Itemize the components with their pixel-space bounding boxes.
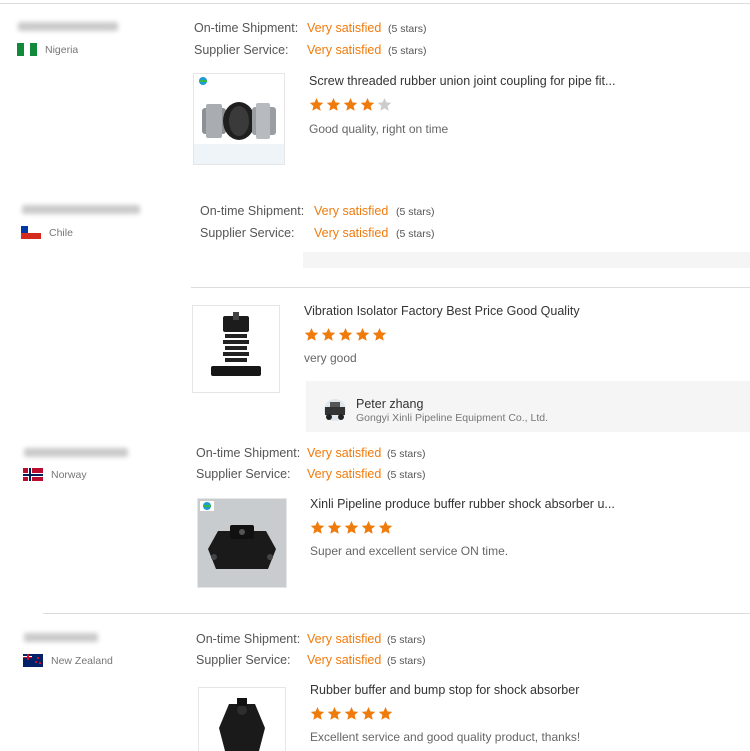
vibration-isolator-image xyxy=(211,312,261,376)
on-time-shipment-stars-note: (5 stars) xyxy=(387,448,426,460)
product-title[interactable]: Vibration Isolator Factory Best Price Go… xyxy=(304,304,580,318)
on-time-shipment-label: On-time Shipment: xyxy=(196,446,301,460)
reviewer-name-blurred xyxy=(18,22,118,31)
supplier-service-rating: Very satisfied xyxy=(307,653,382,667)
on-time-shipment-rating: Very satisfied xyxy=(314,204,389,218)
on-time-shipment-stars-note: (5 stars) xyxy=(388,23,427,35)
review-stars xyxy=(310,520,393,535)
star-filled-icon xyxy=(360,97,375,111)
supplier-service-label: Supplier Service: xyxy=(194,43,289,57)
reviewer-name-blurred xyxy=(24,633,98,642)
reviewer-country: Chile xyxy=(21,226,73,239)
review-comment: very good xyxy=(304,351,357,365)
star-filled-icon xyxy=(310,520,325,534)
star-filled-icon xyxy=(304,327,319,341)
star-filled-icon xyxy=(361,520,376,534)
on-time-shipment-rating: Very satisfied xyxy=(307,21,382,35)
country-name: Chile xyxy=(49,226,73,239)
country-name: Nigeria xyxy=(45,43,79,56)
product-title[interactable]: Rubber buffer and bump stop for shock ab… xyxy=(310,683,579,697)
review-stars xyxy=(310,706,393,721)
star-filled-icon xyxy=(343,97,358,111)
review-comment: Good quality, right on time xyxy=(309,122,449,136)
product-thumbnail[interactable] xyxy=(197,498,287,588)
on-time-shipment-stars-note: (5 stars) xyxy=(387,634,426,646)
rubber-shock-absorber-image xyxy=(208,525,276,569)
star-filled-icon xyxy=(378,520,393,534)
product-title[interactable]: Screw threaded rubber union joint coupli… xyxy=(309,74,615,88)
on-time-shipment-label: On-time Shipment: xyxy=(200,204,305,218)
reviewer-name-blurred xyxy=(24,448,128,457)
nigeria-flag-icon xyxy=(17,43,37,56)
reply-company-name: Gongyi Xinli Pipeline Equipment Co., Ltd… xyxy=(356,412,549,424)
chile-flag-icon xyxy=(21,226,41,239)
review-comment: Super and excellent service ON time. xyxy=(310,544,509,558)
supplier-service-stars-note: (5 stars) xyxy=(387,655,426,667)
reviewer-name-blurred xyxy=(22,205,140,214)
product-thumbnail[interactable] xyxy=(193,73,285,165)
star-filled-icon xyxy=(326,97,341,111)
logo-badge-icon xyxy=(200,501,214,511)
on-time-shipment-label: On-time Shipment: xyxy=(194,21,299,35)
on-time-shipment-rating: Very satisfied xyxy=(307,446,382,460)
norway-flag-icon xyxy=(23,468,43,481)
country-name: Norway xyxy=(51,468,87,481)
star-filled-icon xyxy=(361,706,376,720)
supplier-logo-icon xyxy=(324,399,346,421)
supplier-service-stars-note: (5 stars) xyxy=(388,45,427,57)
star-empty-icon xyxy=(377,97,392,111)
supplier-service-stars-note: (5 stars) xyxy=(396,228,435,240)
star-filled-icon xyxy=(327,520,342,534)
star-filled-icon xyxy=(344,706,359,720)
star-filled-icon xyxy=(309,97,324,111)
new-zealand-flag-icon xyxy=(23,654,43,667)
review-stars xyxy=(304,327,387,342)
review-stars xyxy=(309,97,392,112)
star-filled-icon xyxy=(338,327,353,341)
reviewer-country: Nigeria xyxy=(17,43,78,56)
star-filled-icon xyxy=(344,520,359,534)
on-time-shipment-stars-note: (5 stars) xyxy=(396,206,435,218)
product-title[interactable]: Xinli Pipeline produce buffer rubber sho… xyxy=(310,497,615,511)
product-thumbnail[interactable] xyxy=(198,687,286,751)
on-time-shipment-label: On-time Shipment: xyxy=(196,632,301,646)
star-filled-icon xyxy=(378,706,393,720)
star-filled-icon xyxy=(355,327,370,341)
supplier-reply-panel: Peter zhang Gongyi Xinli Pipeline Equipm… xyxy=(306,381,750,432)
country-name: New Zealand xyxy=(51,654,113,667)
collapsed-content-strip xyxy=(303,252,750,268)
star-filled-icon xyxy=(321,327,336,341)
supplier-service-rating: Very satisfied xyxy=(307,43,382,57)
pipe-coupling-image xyxy=(194,102,284,164)
top-divider xyxy=(0,3,750,4)
review-divider xyxy=(43,613,750,614)
supplier-service-stars-note: (5 stars) xyxy=(387,469,426,481)
star-filled-icon xyxy=(310,706,325,720)
supplier-service-rating: Very satisfied xyxy=(314,226,389,240)
review-divider xyxy=(191,287,750,288)
reviewer-country: New Zealand xyxy=(23,654,113,667)
review-comment: Excellent service and good quality produ… xyxy=(310,730,581,744)
reply-author-name: Peter zhang xyxy=(356,397,424,411)
supplier-service-label: Supplier Service: xyxy=(196,467,291,481)
supplier-service-label: Supplier Service: xyxy=(200,226,295,240)
on-time-shipment-rating: Very satisfied xyxy=(307,632,382,646)
supplier-service-rating: Very satisfied xyxy=(307,467,382,481)
logo-badge-icon xyxy=(196,76,210,86)
star-filled-icon xyxy=(327,706,342,720)
rubber-buffer-image xyxy=(219,698,265,751)
product-thumbnail[interactable] xyxy=(192,305,280,393)
star-filled-icon xyxy=(372,327,387,341)
reviewer-country: Norway xyxy=(23,468,87,481)
supplier-service-label: Supplier Service: xyxy=(196,653,291,667)
